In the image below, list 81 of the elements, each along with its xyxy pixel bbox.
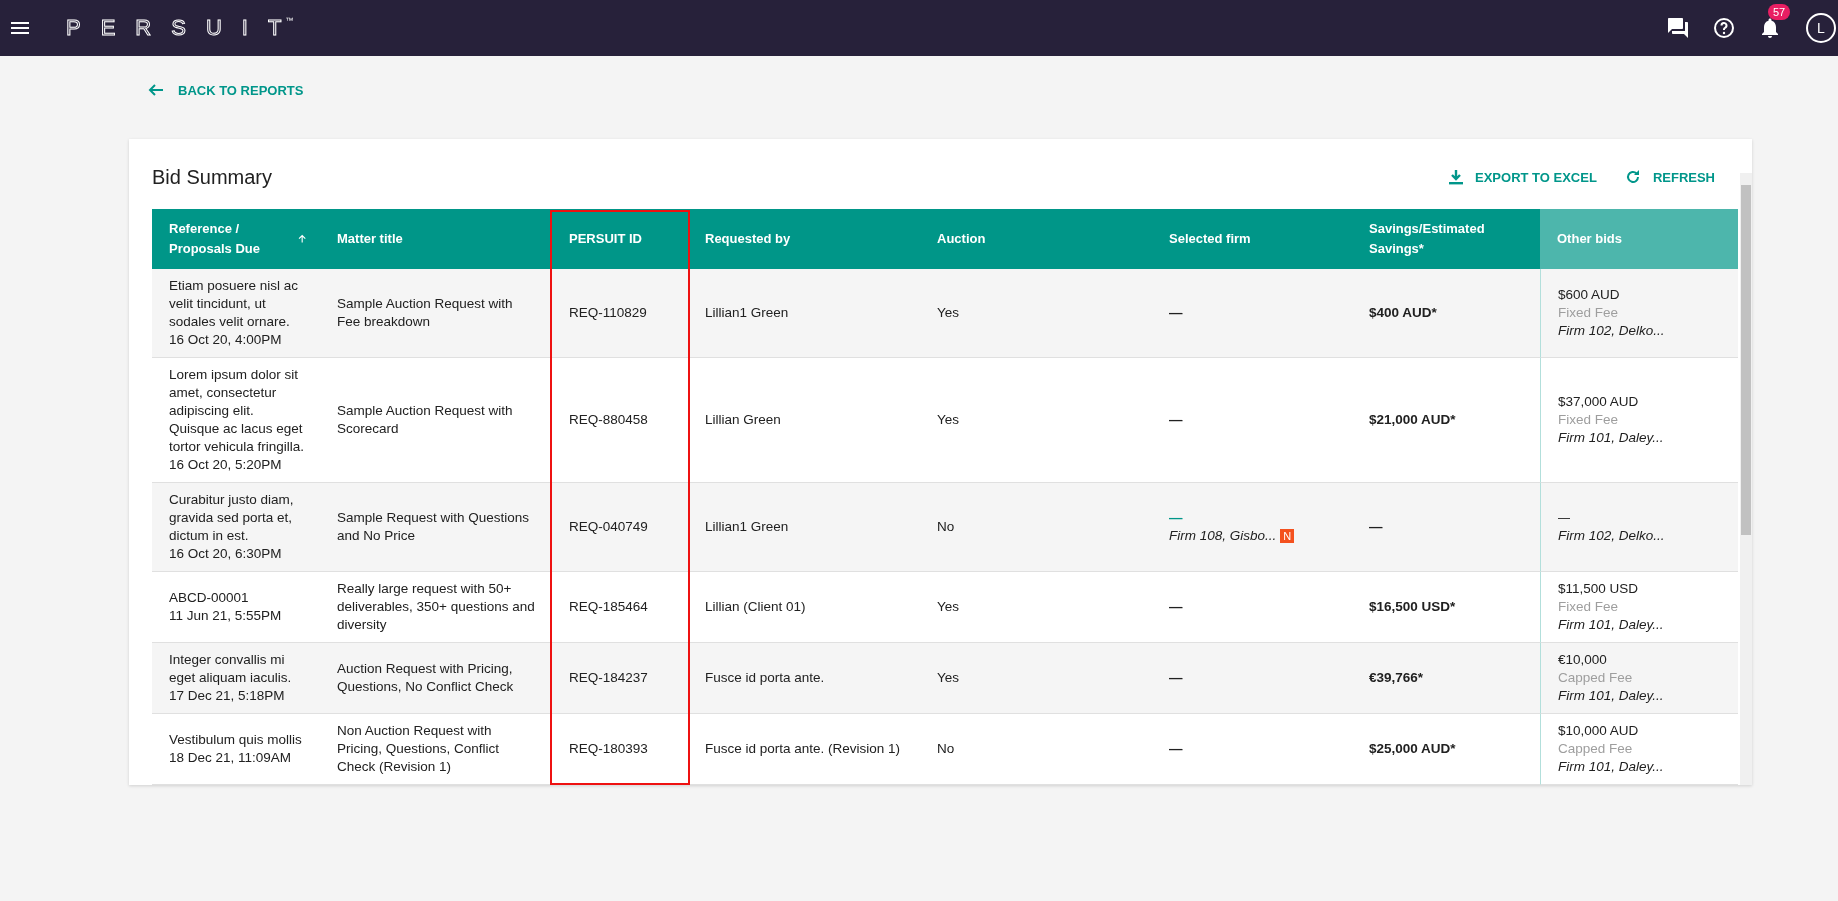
fee-type: Fixed Fee (1558, 411, 1620, 429)
selected-firm-value: — (1169, 509, 1184, 527)
requester-name: Fusce id porta ante. (Revision 1) (705, 740, 901, 758)
requester-name: Lillian1 Green (705, 518, 789, 536)
savings-amount: $25,000 AUD* (1369, 740, 1456, 758)
selected-firm-value: — (1169, 411, 1183, 429)
auction-value: No (937, 518, 955, 536)
column-header[interactable]: Savings/Estimated Savings* (1352, 209, 1540, 269)
auction-value: Yes (937, 304, 960, 322)
persuit-id: REQ-040749 (569, 518, 648, 536)
firm-name: Firm 101, Daley... (1558, 758, 1664, 776)
firm-name: Firm 101, Daley... (1558, 687, 1664, 705)
bid-amount: €10,000 (1558, 651, 1608, 669)
column-header[interactable]: Matter title (320, 209, 552, 269)
bid-amount: $600 AUD (1558, 286, 1621, 304)
bid-amount: $11,500 USD (1558, 580, 1640, 598)
reference-text: Etiam posuere nisl ac velit tincidunt, ut sodales velit ornare. (169, 277, 300, 331)
matter-title: Sample Request with Questions and No Price (337, 509, 531, 545)
due-date: 16 Oct 20, 5:20PM (169, 456, 283, 474)
savings-amount: $16,500 USD* (1369, 598, 1456, 616)
user-avatar[interactable]: L (1806, 13, 1836, 43)
matter-title: Sample Auction Request with Scorecard (337, 402, 514, 438)
firm-name: Firm 101, Daley... (1558, 616, 1664, 634)
selected-firm-value: — (1169, 598, 1183, 616)
savings-amount: $21,000 AUD* (1369, 411, 1456, 429)
savings-amount: $400 AUD* (1369, 304, 1437, 322)
firm-name: Firm 108, Gisbo... (1169, 527, 1277, 545)
requester-name: Fusce id porta ante. (705, 669, 825, 687)
back-link[interactable]: BACK TO REPORTS (148, 82, 304, 98)
persuit-id: REQ-880458 (569, 411, 648, 429)
selected-firm-value: — (1169, 740, 1183, 758)
reference-text: Vestibulum quis mollis (169, 731, 302, 749)
notification-count: 57 (1768, 4, 1791, 20)
due-date: 16 Oct 20, 6:30PM (169, 545, 283, 563)
column-header[interactable]: Other bids (1540, 209, 1738, 269)
due-date: 17 Dec 21, 5:18PM (169, 687, 286, 705)
reference-text: Lorem ipsum dolor sit amet, consectetur adipiscing elit. Quisque ac lacus eget tortor vehicula fringilla. (169, 366, 306, 456)
firm-name: Firm 102, Delko... (1558, 527, 1665, 545)
requester-name: Lillian Green (705, 411, 781, 429)
bid-amount: $10,000 AUD (1558, 722, 1640, 740)
persuit-id: REQ-180393 (569, 740, 648, 758)
due-date: 16 Oct 20, 4:00PM (169, 331, 283, 349)
bid-amount: — (1558, 510, 1571, 527)
column-header[interactable]: Reference / Proposals Due (152, 209, 320, 269)
reference-text: Integer convallis mi eget aliquam iaculis. (169, 651, 293, 687)
matter-title: Non Auction Request with Pricing, Questions, Conflict Check (Revision 1) (337, 722, 501, 776)
reference-text: ABCD-00001 (169, 589, 250, 607)
matter-title: Really large request with 50+ deliverables, 350+ questions and diversity (337, 580, 536, 634)
selected-firm-value: — (1169, 304, 1183, 322)
reference-text: Curabitur justo diam, gravida sed porta et, dictum in est. (169, 491, 295, 545)
savings-amount: €39,766* (1369, 669, 1424, 687)
requester-name: Lillian (Client 01) (705, 598, 806, 616)
fee-type: Capped Fee (1558, 669, 1634, 687)
persuit-id: REQ-184237 (569, 669, 648, 687)
auction-value: Yes (937, 669, 960, 687)
fee-type: Capped Fee (1558, 740, 1634, 758)
selected-firm-value: — (1169, 669, 1183, 687)
matter-title: Sample Auction Request with Fee breakdown (337, 295, 514, 331)
auction-value: No (937, 740, 955, 758)
column-header[interactable]: Requested by (688, 209, 920, 269)
firm-name: Firm 101, Daley... (1558, 429, 1664, 447)
savings-amount: — (1369, 518, 1383, 536)
persuit-id: REQ-110829 (569, 304, 647, 322)
column-header[interactable]: Selected firm (1152, 209, 1352, 269)
card-title: Bid Summary (152, 165, 274, 189)
matter-title: Auction Request with Pricing, Questions, No Conflict Check (337, 660, 515, 696)
bid-amount: $37,000 AUD (1558, 393, 1640, 411)
column-header[interactable]: PERSUIT ID (552, 209, 688, 269)
fee-type: Fixed Fee (1558, 598, 1620, 616)
firm-badge: N (1280, 529, 1295, 543)
refresh-button[interactable]: REFRESH (1624, 165, 1715, 189)
due-date: 11 Jun 21, 5:55PM (169, 607, 282, 625)
requester-name: Lillian1 Green (705, 304, 789, 322)
persuit-id: REQ-185464 (569, 598, 648, 616)
firm-name: Firm 102, Delko... (1558, 322, 1665, 340)
fee-type: Fixed Fee (1558, 304, 1620, 322)
column-header[interactable]: Auction (920, 209, 1152, 269)
auction-value: Yes (937, 598, 960, 616)
due-date: 18 Dec 21, 11:09AM (169, 749, 293, 767)
auction-value: Yes (937, 411, 960, 429)
export-button[interactable]: EXPORT TO EXCEL (1449, 165, 1597, 189)
